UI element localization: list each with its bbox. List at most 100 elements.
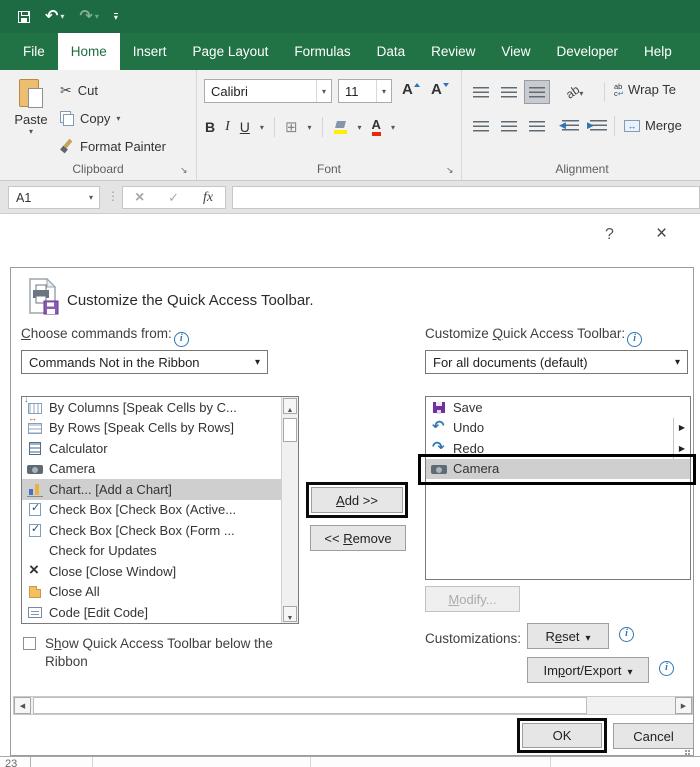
customize-qat-dropdown[interactable]: For all documents (default)	[425, 350, 688, 374]
remove-button[interactable]: << Remove	[310, 525, 406, 551]
list-item[interactable]: Check for Updates	[22, 541, 281, 562]
ribbon-tab[interactable]: Insert	[120, 33, 180, 70]
modify-button[interactable]: Modify...	[425, 586, 520, 612]
borders-button[interactable]	[285, 118, 298, 136]
font-name-combo[interactable]: Calibri ▾	[204, 79, 332, 103]
orientation-button[interactable]: ab▾	[563, 82, 583, 101]
list-item[interactable]: Check Box [Check Box (Active...	[22, 500, 281, 521]
list-item[interactable]: Close All	[22, 582, 281, 603]
list-item[interactable]: Code [Edit Code]	[22, 602, 281, 623]
undo-button[interactable]: ↶ ▾	[45, 8, 64, 25]
save-button[interactable]	[18, 10, 30, 23]
ribbon-tab[interactable]: Page Layout	[180, 33, 282, 70]
list-item[interactable]: Chart... [Add a Chart]	[22, 479, 281, 500]
confirm-entry-button[interactable]	[168, 189, 179, 207]
font-color-button[interactable]: A	[372, 118, 381, 136]
scroll-right-button[interactable]	[675, 697, 692, 714]
clipboard-dialog-launcher[interactable]	[180, 165, 190, 175]
align-center-button[interactable]	[496, 114, 522, 138]
wrap-text-button[interactable]: abc Wrap Te	[614, 82, 676, 97]
copy-button[interactable]: Copy ▾	[60, 106, 120, 130]
ribbon-tab[interactable]: Developer	[543, 33, 631, 70]
chevron-down-icon[interactable]: ▾	[116, 114, 120, 123]
increase-font-size-button[interactable]: A	[402, 81, 420, 98]
info-icon[interactable]	[173, 332, 189, 347]
middle-align-button[interactable]	[496, 80, 522, 104]
decrease-font-size-button[interactable]: A	[431, 81, 449, 98]
formula-input[interactable]	[232, 186, 700, 209]
commands-scrollbar[interactable]	[281, 397, 298, 623]
font-dialog-launcher[interactable]	[446, 165, 456, 175]
fill-color-button[interactable]	[333, 120, 348, 134]
format-painter-button[interactable]: Format Painter	[60, 134, 166, 158]
chevron-down-icon[interactable]: ▾	[60, 12, 64, 21]
bottom-align-button[interactable]	[524, 80, 550, 104]
list-item[interactable]: Undo	[426, 417, 690, 438]
ribbon-tab[interactable]: Home	[57, 33, 120, 70]
chevron-down-icon[interactable]: ▾	[358, 123, 362, 132]
list-item[interactable]: Camera	[418, 453, 696, 485]
top-align-button[interactable]	[468, 80, 494, 104]
cancel-entry-button[interactable]	[135, 189, 144, 207]
info-icon[interactable]	[627, 332, 643, 347]
insert-function-button[interactable]: fx	[203, 190, 213, 206]
customize-qat-button[interactable]	[113, 12, 118, 21]
info-icon[interactable]	[659, 661, 674, 676]
horizontal-scrollbar[interactable]	[13, 696, 693, 715]
ribbon-tab[interactable]: File	[10, 33, 58, 70]
list-item[interactable]: Save	[426, 397, 690, 418]
choose-commands-dropdown[interactable]: Commands Not in the Ribbon	[21, 350, 268, 374]
list-item[interactable]: Camera	[22, 459, 281, 480]
increase-indent-button[interactable]	[587, 120, 607, 131]
list-item[interactable]: Check Box [Check Box (Form ...	[22, 520, 281, 541]
flyout-arrow-icon[interactable]	[672, 438, 688, 459]
scrollbar-track[interactable]	[31, 697, 675, 714]
ribbon-tab[interactable]: Data	[364, 33, 419, 70]
italic-button[interactable]: I	[225, 119, 230, 135]
ribbon-tab[interactable]: Help	[631, 33, 685, 70]
cut-button[interactable]: Cut	[60, 78, 98, 102]
middle-align-icon	[501, 86, 517, 98]
list-item[interactable]: Close [Close Window]	[22, 560, 281, 582]
ok-button[interactable]: OK	[522, 723, 602, 748]
chevron-down-icon[interactable]: ▾	[375, 80, 391, 102]
flyout-arrow-icon[interactable]	[672, 417, 688, 438]
info-icon[interactable]	[619, 627, 634, 642]
reset-button[interactable]: Reset	[527, 623, 609, 649]
redo-button[interactable]: ↷ ▾	[79, 8, 99, 25]
import-export-button[interactable]: Import/Export	[527, 657, 649, 683]
ribbon-tab[interactable]: View	[488, 33, 543, 70]
align-left-button[interactable]	[468, 114, 494, 138]
chevron-down-icon[interactable]: ▾	[260, 123, 264, 132]
list-item[interactable]: By Rows [Speak Cells by Rows]	[22, 413, 281, 439]
name-box[interactable]: A1 ▾	[8, 186, 100, 209]
list-item[interactable]: Redo	[426, 438, 690, 459]
scroll-down-button[interactable]	[283, 606, 297, 622]
chevron-down-icon[interactable]: ▾	[315, 80, 331, 102]
resize-grip[interactable]	[681, 743, 690, 752]
scroll-left-button[interactable]	[14, 697, 31, 714]
paste-button[interactable]: Paste ▾	[6, 76, 56, 164]
merge-center-button[interactable]: Merge	[624, 118, 682, 133]
font-size-combo[interactable]: 11 ▾	[338, 79, 392, 103]
add-button[interactable]: Add >>	[311, 487, 403, 513]
align-right-button[interactable]	[524, 114, 550, 138]
chevron-down-icon[interactable]: ▾	[89, 193, 99, 202]
underline-button[interactable]: U	[240, 119, 250, 135]
bold-button[interactable]: B	[205, 119, 215, 135]
ribbon-tab[interactable]: Review	[418, 33, 488, 70]
close-button[interactable]: ×	[656, 223, 667, 245]
close-icon	[27, 560, 43, 580]
chevron-down-icon[interactable]: ▾	[308, 123, 312, 132]
chevron-down-icon[interactable]: ▾	[95, 12, 99, 21]
list-item[interactable]: Calculator	[22, 438, 281, 459]
show-qat-below-checkbox[interactable]	[23, 637, 36, 650]
scrollbar-thumb[interactable]	[283, 418, 297, 442]
ribbon-tab[interactable]: Formulas	[281, 33, 363, 70]
list-item[interactable]: By Columns [Speak Cells by C...	[22, 394, 281, 418]
scrollbar-thumb[interactable]	[33, 697, 587, 714]
chevron-down-icon[interactable]: ▾	[391, 123, 395, 132]
scroll-up-button[interactable]	[283, 398, 297, 414]
decrease-indent-button[interactable]	[559, 120, 579, 131]
help-button[interactable]: ?	[605, 226, 614, 244]
